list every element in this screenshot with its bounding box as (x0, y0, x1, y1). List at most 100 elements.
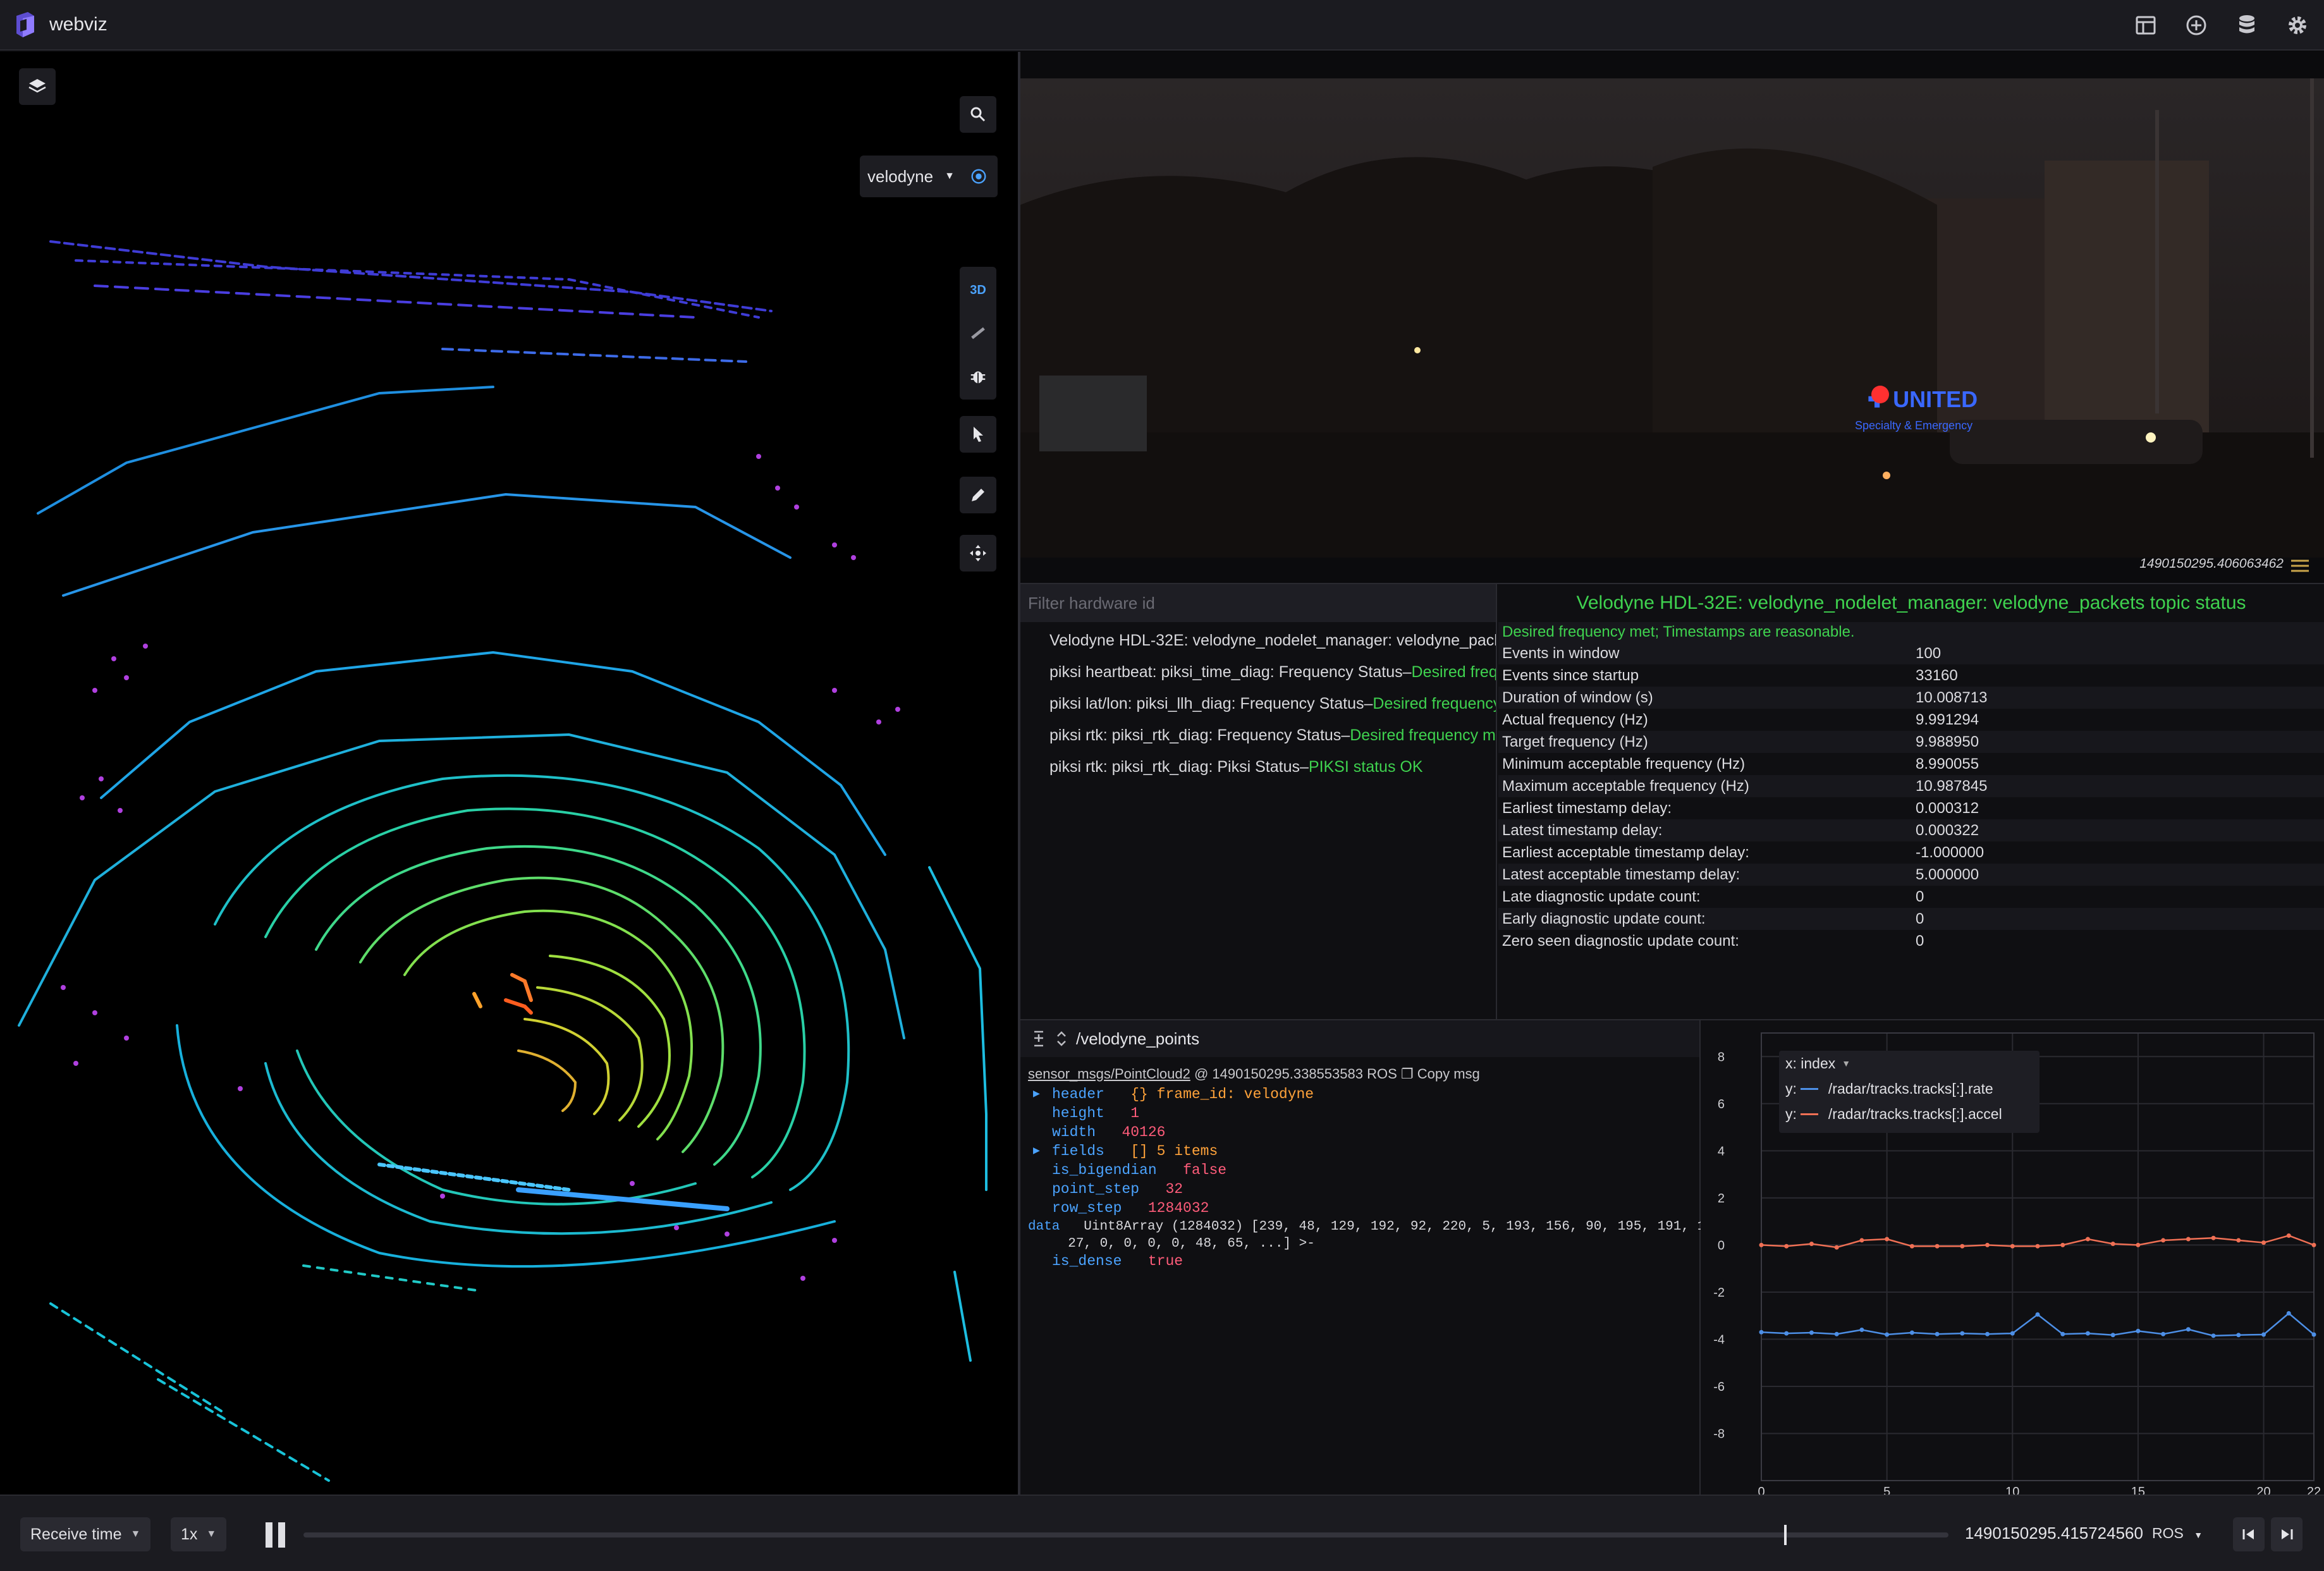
seek-backward-button[interactable] (2233, 1517, 2265, 1551)
move-tool-button[interactable] (960, 535, 996, 572)
image-panel[interactable]: ✚ UNITED Specialty & Emergency 149015029… (1020, 52, 2324, 583)
expand-collapse-icon[interactable] (1031, 1029, 1047, 1048)
diagnostic-value: 0 (1916, 888, 1924, 905)
legend-item[interactable]: y: /radar/tracks.tracks[:].accel (1779, 1101, 2040, 1127)
draw-tool-button[interactable] (960, 477, 996, 513)
view-tools: 3D (960, 267, 996, 400)
current-time[interactable]: 1490150295.415724560 (1965, 1524, 2143, 1543)
diagnostic-item-separator: – (1402, 663, 1412, 681)
add-panel-icon[interactable] (2182, 11, 2210, 39)
tree-key: fields (1052, 1143, 1104, 1159)
diagnostic-item[interactable]: piksi heartbeat: piksi_time_diag: Freque… (1020, 656, 1497, 688)
speed-select[interactable]: 1x ▼ (171, 1517, 227, 1551)
data-point (2186, 1237, 2191, 1242)
diagnostic-key: Latest timestamp delay: (1502, 821, 1663, 839)
diagnostic-item-separator: – (1364, 694, 1373, 712)
tree-value: 1284032 (1147, 1200, 1209, 1216)
data-point (1909, 1330, 1914, 1335)
tree-node[interactable]: ▶ header {} frame_id: velodyne (1028, 1085, 1699, 1104)
diagnostic-item[interactable]: piksi lat/lon: piksi_llh_diag: Frequency… (1020, 688, 1496, 719)
camera-image[interactable]: ✚ UNITED Specialty & Emergency (1020, 78, 2324, 558)
series-color-swatch (1800, 1087, 1818, 1090)
x-axis-value: index (1801, 1054, 1836, 1072)
diagnostic-value: 33160 (1916, 666, 1958, 684)
layers-button[interactable] (19, 68, 56, 105)
diagnostic-value: 9.988950 (1916, 733, 1979, 750)
image-menu-icon[interactable] (2290, 558, 2310, 574)
diff-toggle-icon[interactable] (1053, 1029, 1070, 1048)
tree-value: false (1183, 1162, 1227, 1178)
point-cloud[interactable] (0, 52, 1018, 1495)
expand-arrow-icon[interactable]: ▶ (1028, 1085, 1052, 1104)
data-point (1859, 1238, 1864, 1243)
3d-panel[interactable]: velodyne ▼ 3D (0, 52, 1018, 1495)
diagnostic-key: Actual frequency (Hz) (1502, 711, 1648, 728)
diagnostic-item-name: Velodyne HDL-32E: velodyne_nodelet_manag… (1049, 631, 1496, 649)
data-point (1784, 1331, 1789, 1336)
diagnostic-key: Latest acceptable timestamp delay: (1502, 865, 1740, 883)
app-header: webviz (0, 0, 2324, 51)
tree-node: height 1 (1028, 1104, 1699, 1123)
seek-forward-button[interactable] (2271, 1517, 2303, 1551)
y-tick-label: 6 (1718, 1097, 1725, 1111)
data-source-icon[interactable] (2233, 11, 2261, 39)
bug-icon (970, 371, 986, 384)
copy-msg-button[interactable]: Copy msg (1417, 1066, 1480, 1082)
raw-messages-panel: /velodyne_points sensor_msgs/PointCloud2… (1020, 1019, 1745, 1495)
search-button[interactable] (960, 96, 996, 133)
data-point (2010, 1331, 2015, 1336)
diagnostic-item-status: Desired frequency met (1350, 726, 1497, 744)
diagnostic-key: Early diagnostic update count: (1502, 910, 1706, 927)
follow-target-button[interactable] (960, 156, 998, 197)
tree-key: row_step (1052, 1200, 1122, 1216)
pause-button[interactable] (263, 1522, 288, 1548)
playback-scrubber[interactable] (303, 1532, 1948, 1537)
diagnostic-item[interactable]: Velodyne HDL-32E: velodyne_nodelet_manag… (1020, 625, 1496, 656)
settings-icon[interactable] (2284, 11, 2311, 39)
debug-button[interactable] (960, 360, 996, 392)
data-point (1784, 1244, 1789, 1249)
select-tool-button[interactable] (960, 416, 996, 453)
data-point (2060, 1331, 2065, 1336)
legend-item[interactable]: y: /radar/tracks.tracks[:].rate (1779, 1076, 2040, 1101)
tree-key: point_step (1052, 1181, 1140, 1197)
message-tree: ▶ header {} frame_id: velodyne height 1 w… (1020, 1085, 1745, 1271)
data-point (2311, 1332, 2316, 1337)
table-row: Latest timestamp delay: 0.000322 (1498, 819, 2324, 841)
topic-path-input[interactable]: /velodyne_points (1076, 1029, 1199, 1049)
y-tick-label: -6 (1713, 1380, 1725, 1394)
tree-key: height (1052, 1105, 1104, 1122)
diagnostic-item-name: piksi heartbeat: piksi_time_diag: Freque… (1049, 663, 1403, 681)
data-point (2161, 1238, 2166, 1243)
layout-icon[interactable] (2132, 11, 2160, 39)
diagnostic-item[interactable]: piksi rtk: piksi_rtk_diag: Piksi Status –… (1020, 751, 1496, 783)
data-point (1985, 1331, 1990, 1336)
time-source-select[interactable]: ROS ▼ (2152, 1525, 2203, 1542)
message-metadata: sensor_msgs/PointCloud2 @ 1490150295.338… (1020, 1057, 1699, 1082)
series-prefix: y: (1785, 1080, 1797, 1097)
diagnostic-item-status: Desired frequency met (1411, 663, 1497, 681)
scrubber-handle[interactable] (1783, 1525, 1787, 1545)
hardware-filter-input[interactable]: Filter hardware id (1020, 584, 1496, 622)
table-row: Events since startup 33160 (1498, 664, 2324, 687)
datatype-link[interactable]: sensor_msgs/PointCloud2 (1028, 1066, 1190, 1082)
pause-icon (266, 1522, 272, 1548)
diagnostic-item[interactable]: piksi rtk: piksi_rtk_diag: Frequency Sta… (1020, 719, 1497, 751)
data-point (1909, 1244, 1914, 1249)
data-point (2286, 1233, 2291, 1238)
expand-arrow-icon[interactable]: ▶ (1028, 1142, 1052, 1161)
3d-toggle-button[interactable]: 3D (960, 274, 996, 306)
measure-button[interactable] (960, 317, 996, 349)
tree-node[interactable]: ▶ fields [] 5 items (1028, 1142, 1699, 1161)
data-point (1809, 1242, 1814, 1247)
chevron-down-icon: ▼ (206, 1529, 217, 1539)
plot-legend: x: index ▼ y: /radar/tracks.tracks[:].rat… (1779, 1051, 2040, 1133)
plot-panel[interactable]: 0 5 10 15 20 22 8 6 4 2 0 -2 -4 -6 -8 x: index ▼ y:/ra… (1701, 1019, 2324, 1496)
diagnostic-key: Duration of window (s) (1502, 688, 1653, 706)
time-mode-select[interactable]: Receive time ▼ (20, 1517, 151, 1551)
copy-icon[interactable]: ❐ (1401, 1066, 1414, 1082)
time-source-label: ROS (2152, 1525, 2184, 1541)
svg-text:Specialty & Emergency: Specialty & Emergency (1855, 419, 1972, 432)
data-point (1834, 1245, 1839, 1250)
x-axis-selector[interactable]: x: index ▼ (1779, 1051, 2040, 1076)
